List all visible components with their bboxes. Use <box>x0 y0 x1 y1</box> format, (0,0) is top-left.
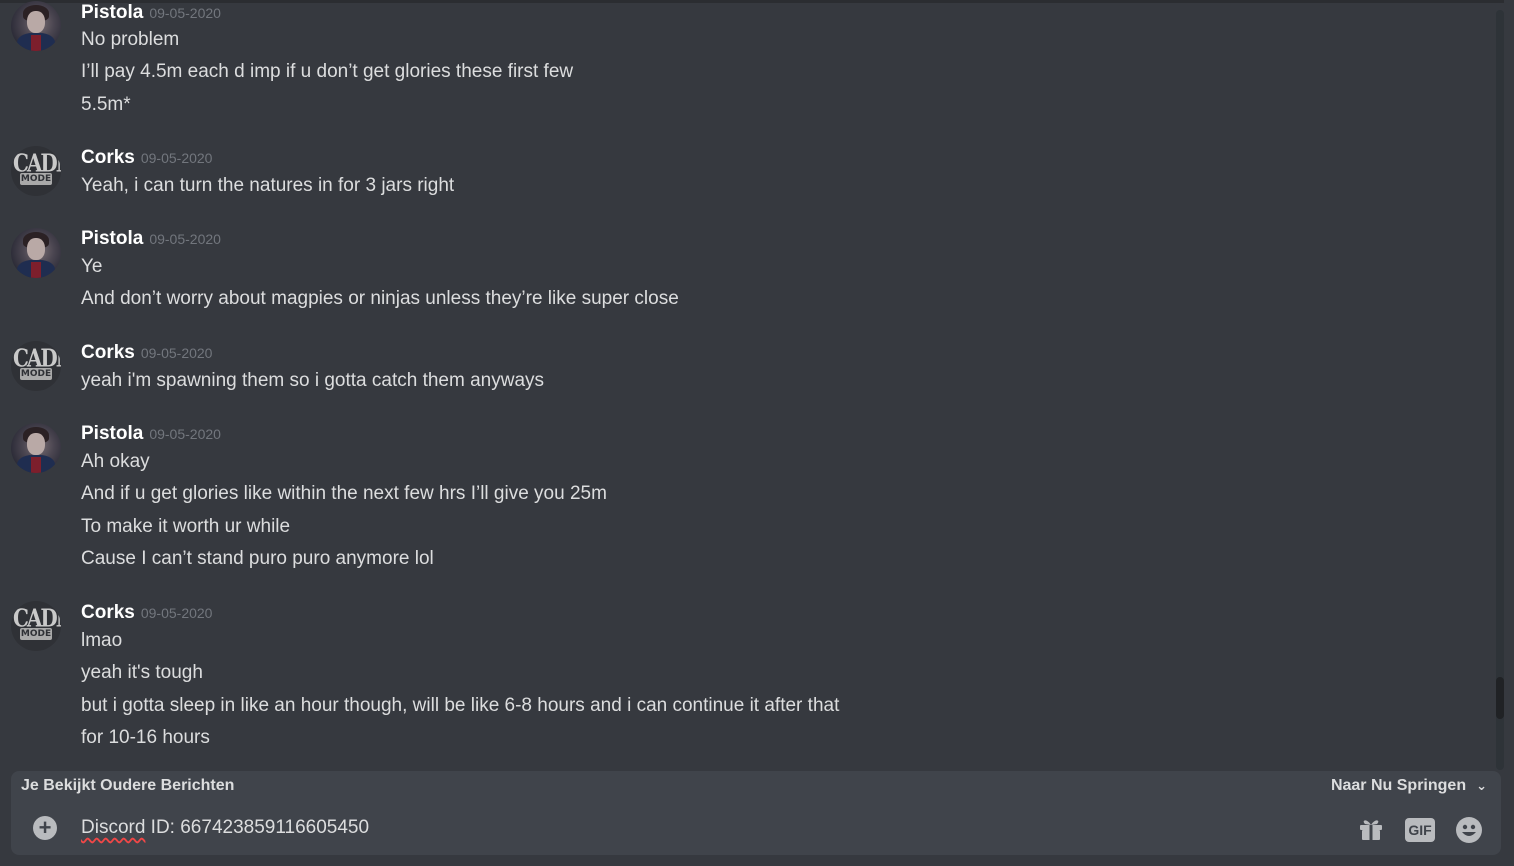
message-text: Ah okay <box>81 451 150 472</box>
message-header: Pistola 09-05-2020 <box>81 227 221 251</box>
message-group: Pistola 09-05-2020 No problem I’ll pay 4.… <box>0 0 1490 120</box>
message-group: Pistola 09-05-2020 Ye And don’t worry abo… <box>0 227 1490 317</box>
message-text: for 10-16 hours <box>81 727 210 748</box>
avatar-corks[interactable]: CADMA MODE <box>11 601 61 651</box>
scrollbar-track[interactable] <box>1496 10 1504 770</box>
timestamp[interactable]: 09-05-2020 <box>141 605 213 621</box>
message-header: Corks 09-05-2020 <box>81 341 212 365</box>
timestamp[interactable]: 09-05-2020 <box>141 345 213 361</box>
username[interactable]: Pistola <box>81 2 143 23</box>
message-text: lmao <box>81 630 123 651</box>
avatar-pistola[interactable] <box>11 228 61 278</box>
avatar-corks[interactable]: CADMA MODE <box>11 341 61 391</box>
message-text: Cause I can’t stand puro puro anymore lo… <box>81 548 434 569</box>
scrollbar-thumb[interactable] <box>1496 677 1504 719</box>
message-group: CADMA MODE Corks 09-05-2020 lmao yeah it'… <box>0 601 1490 761</box>
jump-to-present-button[interactable]: Naar Nu Springen ⌄ <box>1331 775 1487 797</box>
message-group: CADMA MODE Corks 09-05-2020 yeah i'm spaw… <box>0 341 1490 401</box>
message-input[interactable]: Discord ID: 667423859116605450 <box>81 815 369 841</box>
message-text: I’ll pay 4.5m each d imp if u don’t get … <box>81 61 574 82</box>
message-text: No problem <box>81 29 180 50</box>
message-text: yeah i'm spawning them so i gotta catch … <box>81 370 545 391</box>
message-header: Pistola 09-05-2020 <box>81 422 221 446</box>
older-messages-bar: Je Bekijkt Oudere Berichten Naar Nu Spri… <box>11 771 1501 801</box>
gif-button[interactable]: GIF <box>1405 818 1435 842</box>
username[interactable]: Corks <box>81 602 135 623</box>
username[interactable]: Corks <box>81 147 135 168</box>
jump-to-present-label: Naar Nu Springen <box>1330 777 1467 794</box>
message-text: And if u get glories like within the nex… <box>81 483 607 504</box>
username[interactable]: Corks <box>81 342 135 363</box>
smiley-icon[interactable] <box>1455 816 1483 844</box>
message-text: Ye <box>81 256 103 277</box>
message-group: CADMA MODE Corks 09-05-2020 Yeah, i can t… <box>0 146 1490 206</box>
message-text: 5.5m* <box>81 94 131 115</box>
message-text: but i gotta sleep in like an hour though… <box>81 695 840 716</box>
avatar-corks-bottom-text: MODE <box>20 368 52 380</box>
message-input-text: ID: 667423859116605450 <box>145 817 370 838</box>
message-text: Yeah, i can turn the natures in for 3 ja… <box>81 175 455 196</box>
message-composer: + Discord ID: 667423859116605450 GIF <box>11 801 1501 855</box>
message-header: Pistola 09-05-2020 <box>81 1 221 25</box>
avatar-corks-bottom-text: MODE <box>20 173 52 185</box>
timestamp[interactable]: 09-05-2020 <box>149 426 221 442</box>
avatar-corks-bottom-text: MODE <box>20 628 52 640</box>
older-messages-label: Je Bekijkt Oudere Berichten <box>21 777 235 794</box>
plus-circle-icon[interactable]: + <box>33 816 57 840</box>
avatar-pistola[interactable] <box>11 1 61 51</box>
timestamp[interactable]: 09-05-2020 <box>149 231 221 247</box>
gift-icon[interactable] <box>1358 816 1384 842</box>
chevron-down-icon: ⌄ <box>1476 778 1487 793</box>
message-group: Pistola 09-05-2020 Ah okay And if u get g… <box>0 422 1490 572</box>
message-header: Corks 09-05-2020 <box>81 601 212 625</box>
bottom-padding <box>0 855 1514 866</box>
timestamp[interactable]: 09-05-2020 <box>149 5 221 21</box>
message-text: To make it worth ur while <box>81 516 291 537</box>
message-text: And don’t worry about magpies or ninjas … <box>81 288 679 309</box>
username[interactable]: Pistola <box>81 423 143 444</box>
message-text: yeah it's tough <box>81 662 203 683</box>
timestamp[interactable]: 09-05-2020 <box>141 150 213 166</box>
avatar-corks[interactable]: CADMA MODE <box>11 146 61 196</box>
message-list[interactable]: Pistola 09-05-2020 No problem I’ll pay 4.… <box>0 0 1504 770</box>
username[interactable]: Pistola <box>81 228 143 249</box>
avatar-pistola[interactable] <box>11 423 61 473</box>
message-input-misspelled-word: Discord <box>81 817 146 838</box>
message-header: Corks 09-05-2020 <box>81 146 212 170</box>
